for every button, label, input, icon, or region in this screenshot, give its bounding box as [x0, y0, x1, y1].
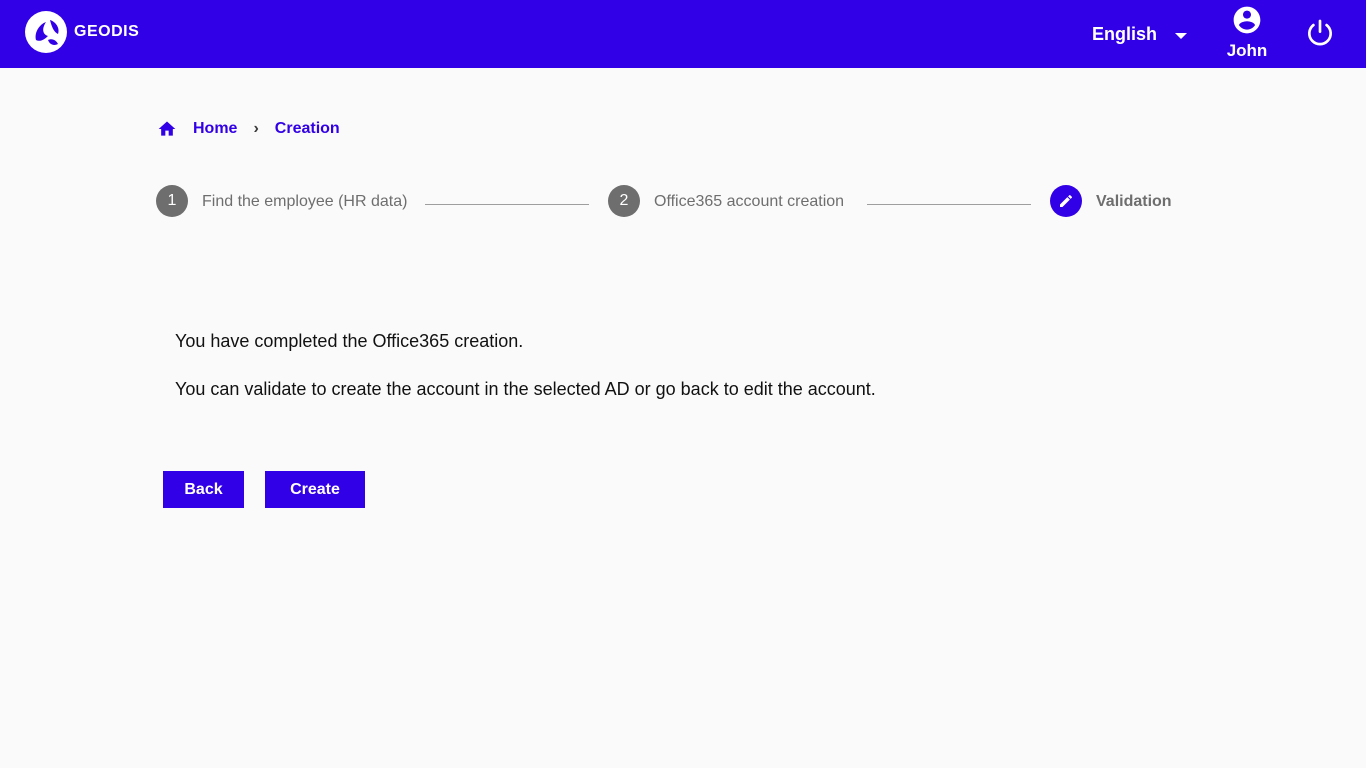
pencil-icon — [1060, 194, 1073, 207]
user-menu[interactable]: John — [1222, 4, 1272, 61]
step-2-label: Office365 account creation — [654, 193, 845, 210]
language-label: English — [1092, 24, 1158, 44]
step-1-badge: 1 — [156, 185, 188, 217]
breadcrumb-current: Creation — [274, 120, 340, 137]
completion-message: You have completed the Office365 creatio… — [175, 331, 524, 351]
home-icon[interactable] — [157, 119, 177, 139]
language-selector[interactable]: English — [1092, 24, 1188, 45]
top-app-bar: GEODIS English John — [0, 0, 1366, 68]
user-name: John — [1226, 41, 1268, 60]
brand-name: GEODIS — [74, 23, 140, 40]
account-circle-icon — [1233, 6, 1261, 34]
breadcrumb-separator: › — [253, 120, 259, 137]
breadcrumb-home-link[interactable]: Home — [193, 120, 237, 138]
geodis-logo[interactable]: GEODIS — [24, 10, 139, 54]
step-connector-1 — [425, 204, 589, 205]
create-button[interactable]: Create — [265, 471, 365, 508]
validation-instructions: You can validate to create the account i… — [175, 379, 876, 399]
caret-down-icon — [1175, 33, 1188, 39]
step-1-label: Find the employee (HR data) — [202, 193, 408, 210]
logo-icon — [25, 11, 67, 53]
back-button[interactable]: Back — [163, 471, 244, 508]
step-3-label: Validation — [1096, 193, 1172, 210]
step-2-badge: 2 — [608, 185, 640, 217]
power-icon — [1308, 19, 1332, 46]
step-3-badge — [1050, 185, 1082, 217]
breadcrumb: Home › Creation — [157, 119, 340, 139]
logout-button[interactable] — [1304, 17, 1336, 54]
step-connector-2 — [867, 204, 1031, 205]
